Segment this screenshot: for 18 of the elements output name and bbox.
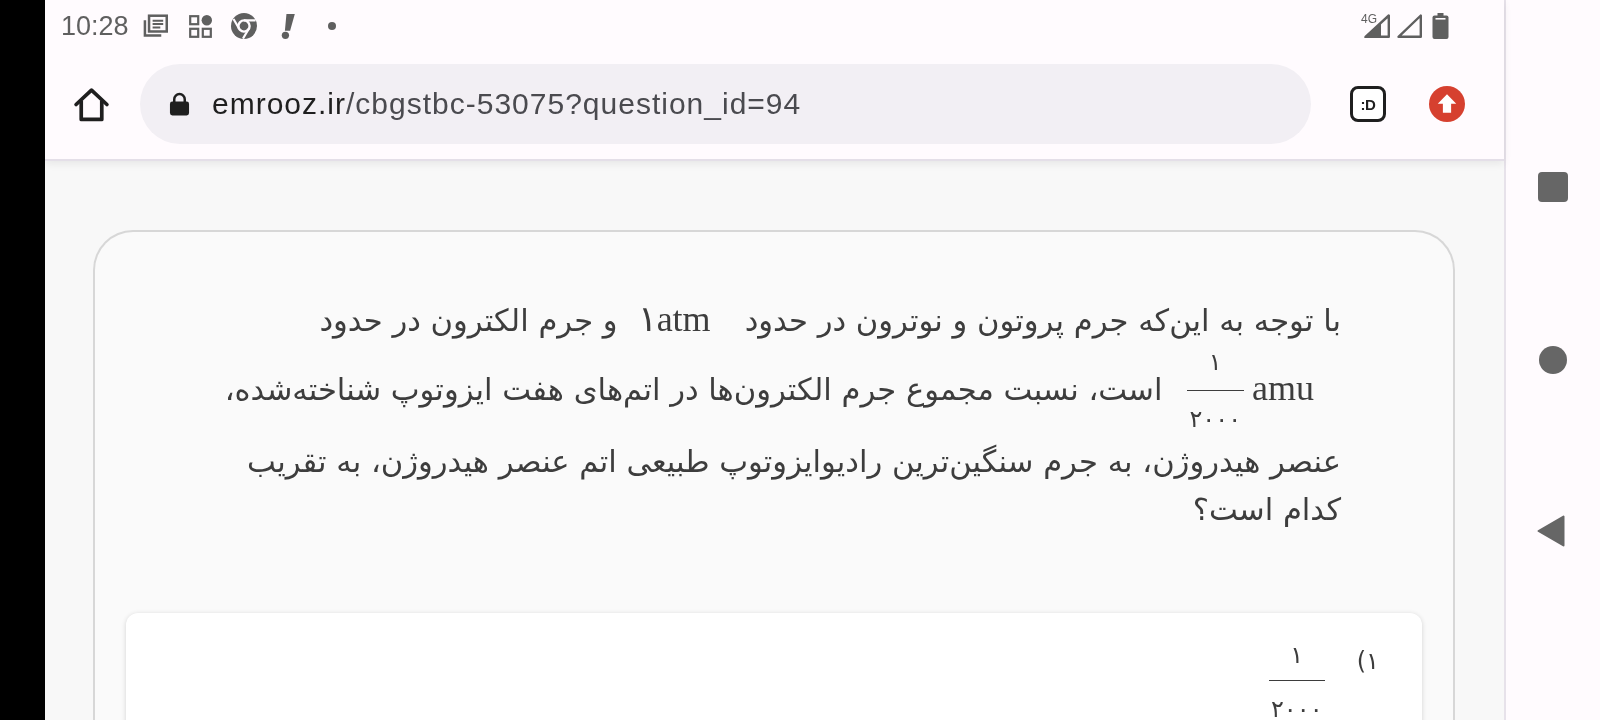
signal-icon bbox=[1397, 14, 1422, 38]
lock-icon bbox=[169, 92, 190, 116]
browser-icon bbox=[230, 13, 257, 39]
notification-dot-icon bbox=[327, 22, 336, 30]
battery-icon bbox=[1432, 13, 1449, 39]
tab-switcher-button[interactable]: :D bbox=[1350, 86, 1386, 122]
option-answer-text: ۱ ۲۰۰۰ bbox=[1268, 640, 1325, 720]
circle-icon[interactable] bbox=[1539, 346, 1567, 374]
status-time: 10:28 bbox=[61, 11, 129, 41]
apps-grid-icon bbox=[188, 14, 212, 38]
home-icon[interactable] bbox=[73, 85, 110, 123]
address-field[interactable]: emrooz.ir/cbgstbc-53075?question_id=94 bbox=[140, 64, 1311, 144]
answer-option-card[interactable]: ۱) ۱ ۲۰۰۰ bbox=[126, 613, 1422, 720]
alert-icon bbox=[279, 13, 295, 39]
news-icon bbox=[142, 14, 168, 38]
network-type-label: 4G bbox=[1361, 13, 1377, 25]
triangle-left-icon[interactable] bbox=[1537, 515, 1565, 547]
option-number: ۱) bbox=[1356, 646, 1379, 676]
